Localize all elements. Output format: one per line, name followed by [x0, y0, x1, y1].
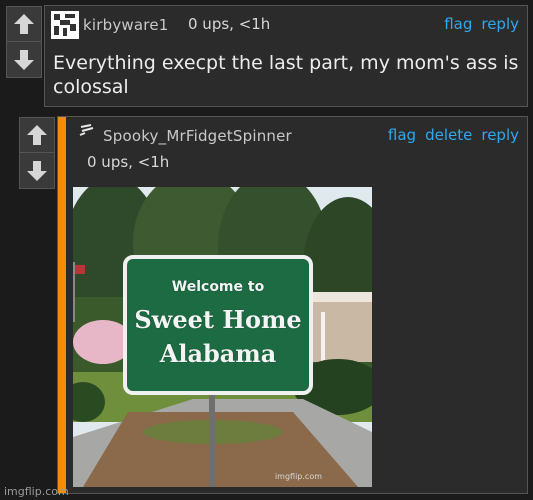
comment-body-line-1: Everything execpt the last part, my mom'…: [53, 52, 519, 74]
sign-line-welcome: Welcome to: [171, 279, 265, 295]
pixel-avatar-icon[interactable]: [51, 11, 79, 39]
comment-body: Everything execpt the last part, my mom'…: [53, 51, 523, 99]
imgflip-watermark: imgflip.com: [4, 485, 69, 498]
comment-2: Spooky_MrFidgetSpinner flag delete reply…: [57, 116, 528, 494]
flag-link[interactable]: flag: [444, 15, 472, 33]
comment-meta: 0 ups, <1h: [87, 153, 170, 171]
inner-watermark: imgflip.com: [274, 472, 322, 481]
scene-illustration: [73, 187, 372, 487]
mini-avatar-icon[interactable]: [78, 124, 96, 138]
sign-line-alabama: Alabama: [159, 339, 277, 368]
downvote-arrow-icon: [27, 160, 47, 181]
reply-link[interactable]: reply: [481, 15, 519, 33]
downvote-button[interactable]: [6, 42, 42, 78]
downvote-arrow-icon: [14, 49, 34, 70]
vote-column-2: [19, 117, 55, 189]
upvote-button[interactable]: [19, 117, 55, 153]
reply-link[interactable]: reply: [481, 126, 519, 144]
upvote-arrow-icon: [14, 14, 34, 34]
upvote-button[interactable]: [6, 6, 42, 42]
downvote-button[interactable]: [19, 153, 55, 189]
comment-actions: flag delete reply: [388, 126, 519, 144]
comment-meta: 0 ups, <1h: [188, 15, 271, 33]
delete-link[interactable]: delete: [425, 126, 472, 144]
reply-indicator-bar: [58, 117, 66, 493]
comment-1: kirbyware1 0 ups, <1h flag reply Everyth…: [44, 5, 528, 107]
comment-username[interactable]: kirbyware1: [83, 16, 169, 34]
meme-image[interactable]: Welcome to Sweet Home Alabama imgflip.co…: [73, 187, 372, 487]
vote-column-1: [6, 6, 42, 78]
upvote-arrow-icon: [27, 125, 47, 145]
sign-line-sweet-home: Sweet Home: [134, 305, 302, 334]
comment-actions: flag reply: [444, 15, 519, 33]
comment-username[interactable]: Spooky_MrFidgetSpinner: [103, 127, 292, 145]
flag-link[interactable]: flag: [388, 126, 416, 144]
comment-body-line-2: colossal: [53, 76, 129, 98]
